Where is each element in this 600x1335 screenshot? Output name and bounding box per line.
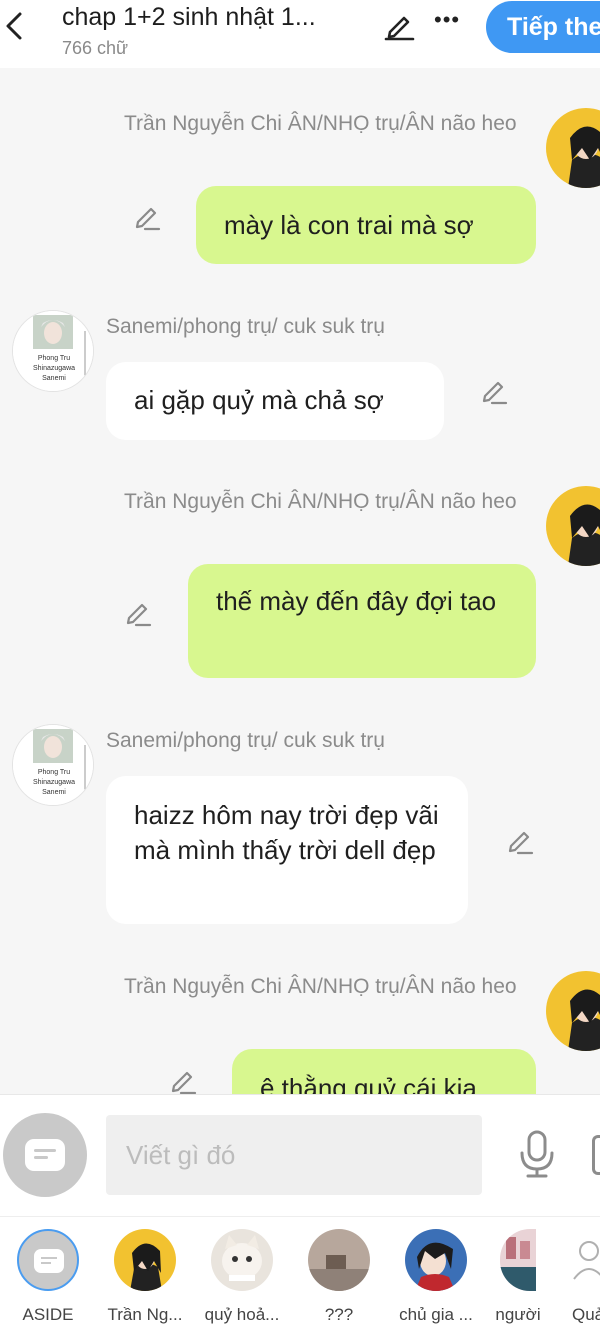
character-label: quỷ hoả... — [204, 1305, 280, 1324]
message-bubble[interactable]: ê thằng quỷ cái kia — [232, 1049, 536, 1094]
character-chu-gia[interactable]: chủ gia ... — [393, 1229, 479, 1325]
message-sender-name: Sanemi/phong trụ/ cuk suk trụ — [106, 729, 385, 752]
message-input[interactable] — [106, 1115, 482, 1195]
message-bubble[interactable]: ai gặp quỷ mà chả sợ — [106, 362, 444, 440]
sender-avatar[interactable] — [546, 486, 600, 566]
microphone-icon[interactable] — [516, 1129, 558, 1179]
word-count: 766 chữ — [62, 38, 129, 58]
character-quy-hoa[interactable]: quỷ hoả... — [199, 1229, 285, 1325]
character-label: người — [495, 1305, 541, 1324]
character-qua[interactable]: Quả — [558, 1229, 600, 1325]
user-outline-icon — [573, 1241, 600, 1280]
character-label: Quả — [572, 1305, 600, 1324]
character-avatar — [500, 1229, 536, 1291]
aside-icon — [25, 1139, 65, 1171]
chat-area[interactable]: Trần Nguyễn Chi ÂN/NHỌ trụ/ÂN não heo mà… — [0, 68, 600, 1094]
aside-icon — [17, 1229, 79, 1291]
aside-toggle-button[interactable] — [3, 1113, 87, 1197]
unknown-avatar — [308, 1229, 370, 1291]
image-icon[interactable] — [592, 1135, 600, 1175]
character-unknown[interactable]: ??? — [296, 1229, 382, 1325]
edit-message-icon[interactable] — [131, 200, 163, 232]
character-aside[interactable]: ASIDE — [5, 1229, 91, 1325]
back-icon[interactable] — [2, 8, 26, 44]
message-sender-name: Sanemi/phong trụ/ cuk suk trụ — [106, 315, 385, 338]
edit-message-icon[interactable] — [504, 824, 536, 856]
sender-avatar[interactable] — [546, 971, 600, 1051]
composer-bar — [0, 1094, 600, 1216]
avatar-caption: Phong Tru Shinazugawa Sanemi — [32, 355, 76, 382]
message-bubble[interactable]: mày là con trai mà sợ — [196, 186, 536, 264]
next-button[interactable]: Tiếp the — [486, 1, 600, 53]
edit-title-icon[interactable] — [382, 8, 416, 42]
edit-message-icon[interactable] — [478, 374, 510, 406]
character-avatar — [114, 1229, 176, 1291]
cat-avatar — [211, 1229, 273, 1291]
message-bubble[interactable]: thế mày đến đây đợi tao — [188, 564, 536, 678]
avatar-caption: Phong Tru Shinazugawa Sanemi — [32, 769, 76, 796]
character-label: chủ gia ... — [399, 1305, 473, 1324]
sender-avatar[interactable] — [546, 108, 600, 188]
character-label: ??? — [324, 1305, 354, 1324]
character-label: ASIDE — [22, 1305, 74, 1324]
character-tran-nguyen[interactable]: Trần Ng... — [102, 1229, 188, 1325]
message-sender-name: Trần Nguyễn Chi ÂN/NHỌ trụ/ÂN não heo — [124, 112, 517, 135]
story-title[interactable]: chap 1+2 sinh nhật 1... — [62, 2, 372, 32]
character-label: Trần Ng... — [107, 1305, 183, 1324]
edit-message-icon[interactable] — [167, 1064, 199, 1094]
message-sender-name: Trần Nguyễn Chi ÂN/NHỌ trụ/ÂN não heo — [124, 490, 517, 513]
more-options-icon[interactable]: ••• — [434, 9, 462, 38]
message-bubble[interactable]: haizz hôm nay trời đẹp vãi mà mình thấy … — [106, 776, 468, 924]
top-bar: chap 1+2 sinh nhật 1... 766 chữ ••• Tiếp… — [0, 0, 600, 68]
character-nguoi[interactable]: người — [478, 1229, 558, 1325]
edit-message-icon[interactable] — [122, 596, 154, 628]
character-selector: ASIDE Trần Ng... quỷ hoả... ??? chủ gia … — [0, 1216, 600, 1335]
character-avatar — [405, 1229, 467, 1291]
message-sender-name: Trần Nguyễn Chi ÂN/NHỌ trụ/ÂN não heo — [124, 975, 517, 998]
